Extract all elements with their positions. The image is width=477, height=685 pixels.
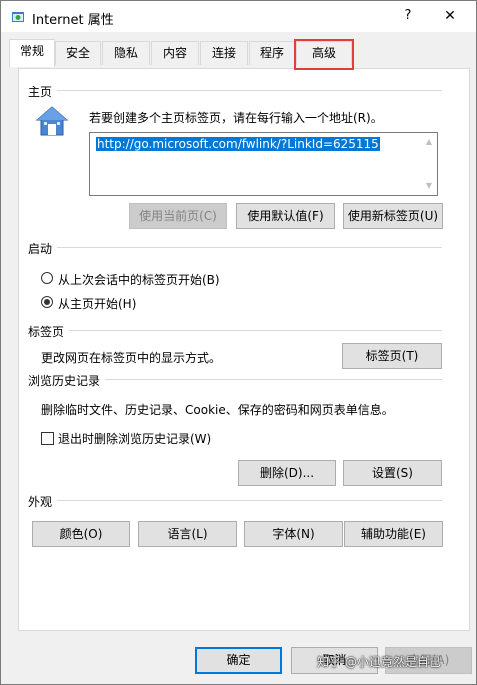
home-instruction: 若要创建多个主页标签页，请在每行输入一个地址(R)。 — [89, 111, 383, 125]
tabs-divider — [69, 330, 442, 331]
colors-button[interactable]: 颜色(O) — [32, 521, 130, 547]
use-current-button[interactable]: 使用当前页(C) — [129, 203, 227, 229]
appearance-section-title: 外观 — [28, 495, 53, 509]
fonts-button[interactable]: 字体(N) — [244, 521, 343, 547]
tabs-description: 更改网页在标签页中的显示方式。 — [41, 351, 222, 365]
home-divider — [57, 90, 442, 91]
tab-general[interactable]: 常规 — [9, 39, 55, 67]
tab-security[interactable]: 安全 — [55, 41, 101, 65]
tab-content[interactable]: 内容 — [151, 41, 199, 65]
internet-options-icon — [12, 12, 24, 22]
history-settings-button[interactable]: 设置(S) — [343, 460, 442, 486]
radio-home-page[interactable] — [41, 296, 53, 308]
title-bar: Internet 属性 ? ✕ — [1, 1, 476, 32]
last-session-label: 从上次会话中的标签页开始(B) — [58, 273, 220, 287]
scroll-up-icon[interactable]: ▲ — [422, 136, 436, 148]
home-url-value[interactable]: http://go.microsoft.com/fwlink/?LinkId=6… — [96, 137, 380, 151]
window-title: Internet 属性 — [32, 13, 114, 28]
accessibility-button[interactable]: 辅助功能(E) — [344, 521, 443, 547]
history-section-title: 浏览历史记录 — [28, 374, 101, 388]
home-section-title: 主页 — [28, 85, 53, 99]
tab-privacy[interactable]: 隐私 — [102, 41, 150, 65]
tab-connections[interactable]: 连接 — [200, 41, 248, 65]
tabs-section-title: 标签页 — [28, 325, 65, 339]
tab-programs[interactable]: 程序 — [249, 41, 295, 65]
languages-button[interactable]: 语言(L) — [138, 521, 237, 547]
home-icon — [35, 106, 69, 136]
tabs-button[interactable]: 标签页(T) — [342, 343, 442, 369]
help-button[interactable]: ? — [394, 5, 422, 27]
advanced-tab-highlight — [294, 39, 354, 70]
startup-divider — [57, 247, 442, 248]
dialog-window: Internet 属性 ? ✕ 常规 安全 隐私 内容 连接 程序 高级 主页 … — [0, 0, 477, 685]
delete-history-button[interactable]: 删除(D)... — [238, 460, 336, 486]
scroll-down-icon[interactable]: ▼ — [422, 180, 436, 192]
close-button[interactable]: ✕ — [432, 5, 468, 27]
startup-section-title: 启动 — [28, 242, 53, 256]
radio-last-session[interactable] — [41, 272, 53, 284]
home-page-label: 从主页开始(H) — [58, 297, 137, 311]
ok-button[interactable]: 确定 — [195, 647, 282, 674]
delete-on-exit-checkbox[interactable] — [41, 432, 54, 445]
home-url-textarea[interactable]: http://go.microsoft.com/fwlink/?LinkId=6… — [89, 132, 438, 196]
appearance-divider — [57, 500, 442, 501]
history-divider — [105, 379, 442, 380]
watermark-text: 知乎 @小迅竟然是自己 — [317, 655, 441, 669]
use-default-button[interactable]: 使用默认值(F) — [236, 203, 335, 229]
use-new-tab-button[interactable]: 使用新标签页(U) — [343, 203, 443, 229]
history-description: 删除临时文件、历史记录、Cookie、保存的密码和网页表单信息。 — [41, 403, 394, 417]
delete-on-exit-label: 退出时删除浏览历史记录(W) — [58, 432, 212, 446]
